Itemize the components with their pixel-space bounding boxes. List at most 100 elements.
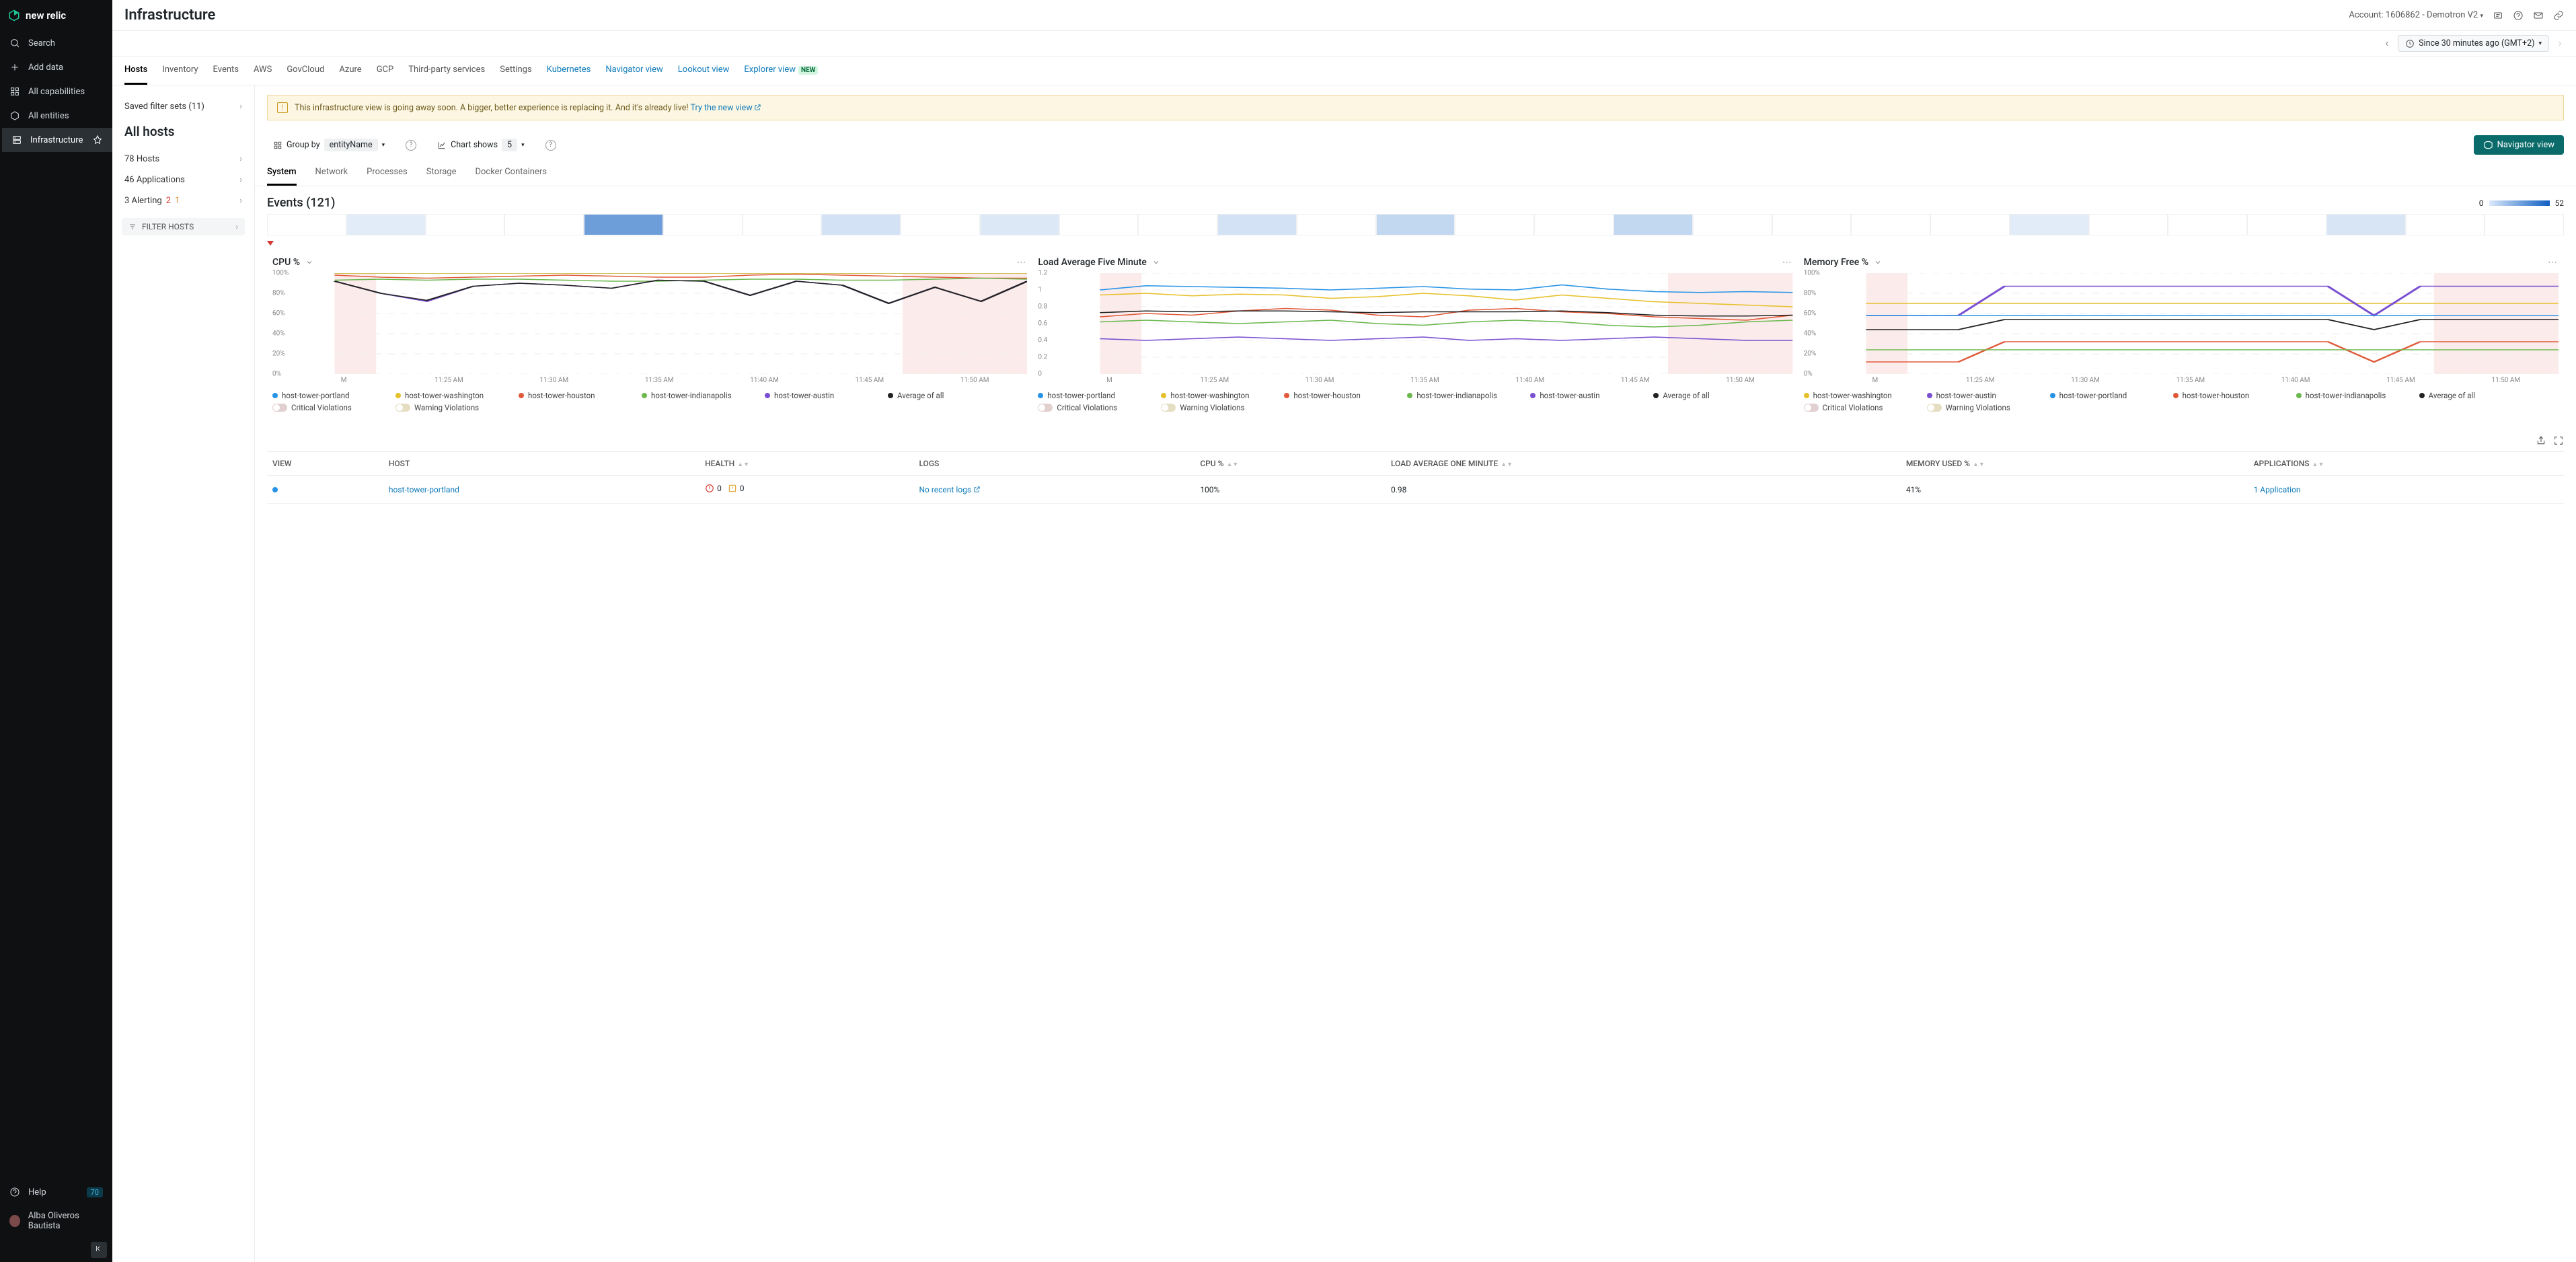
tab-lookout-view[interactable]: Lookout view	[678, 57, 730, 85]
heatmap-cell[interactable]	[1534, 214, 1614, 235]
apps-link[interactable]: 1 Application	[2254, 485, 2301, 494]
chevron-left-icon[interactable]	[2383, 40, 2391, 48]
pin-icon[interactable]	[92, 135, 103, 145]
col-logs[interactable]: LOGS	[913, 452, 1195, 476]
col-applications[interactable]: APPLICATIONS▲▼	[2248, 452, 2564, 476]
heatmap-cell[interactable]	[901, 214, 980, 235]
tab-hosts[interactable]: Hosts	[124, 57, 147, 85]
tab-aws[interactable]: AWS	[254, 57, 272, 85]
navigator-view-button[interactable]: Navigator view	[2474, 135, 2564, 155]
legend-item[interactable]: host-tower-houston	[1284, 391, 1395, 400]
link-icon[interactable]	[2553, 10, 2564, 21]
heatmap-cell[interactable]	[2326, 214, 2406, 235]
help-link[interactable]: Help 70	[0, 1180, 112, 1204]
legend-item[interactable]: Average of all	[2419, 391, 2530, 400]
chart-menu[interactable]: ⋯	[1782, 257, 1793, 268]
collapse-sidebar-button[interactable]	[91, 1242, 107, 1258]
user-menu[interactable]: Alba Oliveros Bautista	[0, 1204, 112, 1238]
subtab-system[interactable]: System	[267, 160, 297, 186]
legend-item[interactable]: host-tower-portland	[272, 391, 383, 400]
heatmap-cell[interactable]	[504, 214, 584, 235]
subtab-storage[interactable]: Storage	[426, 160, 457, 186]
heatmap-cell[interactable]	[1693, 214, 1772, 235]
subtab-network[interactable]: Network	[315, 160, 348, 186]
tab-azure[interactable]: Azure	[339, 57, 361, 85]
group-by-selector[interactable]: Group by entityName ▾	[267, 135, 391, 155]
heatmap-cell[interactable]	[821, 214, 901, 235]
heatmap-cell[interactable]	[1297, 214, 1376, 235]
heatmap-cell[interactable]	[1376, 214, 1455, 235]
heatmap-cell[interactable]	[2247, 214, 2326, 235]
sidebar-item-all-capabilities[interactable]: All capabilities	[0, 79, 112, 104]
tab-govcloud[interactable]: GovCloud	[287, 57, 324, 85]
filter-row[interactable]: 78 Hosts›	[112, 149, 254, 170]
filter-row[interactable]: 3 Alerting21›	[112, 190, 254, 211]
chart-menu[interactable]: ⋯	[2548, 257, 2559, 268]
chevron-down-icon[interactable]	[1874, 258, 1882, 266]
heatmap-cell[interactable]	[2010, 214, 2089, 235]
expand-icon[interactable]	[2553, 435, 2564, 446]
heatmap-cell[interactable]	[267, 214, 346, 235]
legend-item[interactable]: host-tower-portland	[2050, 391, 2161, 400]
heatmap-cell[interactable]	[663, 214, 743, 235]
chevron-down-icon[interactable]	[1152, 258, 1160, 266]
heatmap-cell[interactable]	[1930, 214, 2010, 235]
legend-item[interactable]: host-tower-indianapolis	[1407, 391, 1518, 400]
legend-item[interactable]: Average of all	[888, 391, 999, 400]
try-new-view-link[interactable]: Try the new view	[691, 103, 761, 113]
toggle-critical[interactable]: Critical Violations	[1804, 403, 1915, 412]
host-link[interactable]: host-tower-portland	[389, 485, 459, 494]
chart-shows-selector[interactable]: Chart shows 5 ▾	[431, 135, 530, 155]
toggle-warning[interactable]: Warning Violations	[1161, 403, 1272, 412]
tab-explorer-view[interactable]: Explorer viewNEW	[744, 57, 818, 85]
heatmap-cell[interactable]	[743, 214, 822, 235]
mail-icon[interactable]	[2533, 10, 2544, 21]
legend-item[interactable]: host-tower-austin	[1530, 391, 1641, 400]
toggle-warning[interactable]: Warning Violations	[1927, 403, 2038, 412]
col-load-average-one-minute[interactable]: LOAD AVERAGE ONE MINUTE▲▼	[1386, 452, 1901, 476]
heatmap-cell[interactable]	[1455, 214, 1534, 235]
col-memory-used-[interactable]: MEMORY USED %▲▼	[1901, 452, 2248, 476]
heatmap-cell[interactable]	[2485, 214, 2564, 235]
heatmap-cell[interactable]	[346, 214, 426, 235]
saved-filter-sets[interactable]: Saved filter sets (11)›	[112, 96, 254, 117]
subtab-processes[interactable]: Processes	[367, 160, 408, 186]
heatmap-cell[interactable]	[1851, 214, 1930, 235]
logs-link[interactable]: No recent logs	[919, 485, 981, 494]
chevron-down-icon[interactable]	[305, 258, 313, 266]
export-icon[interactable]	[2536, 435, 2546, 446]
heatmap-cell[interactable]	[2168, 214, 2247, 235]
legend-item[interactable]: host-tower-washington	[1804, 391, 1915, 400]
toggle-critical[interactable]: Critical Violations	[1038, 403, 1149, 412]
help-icon[interactable]: ?	[545, 140, 556, 151]
legend-item[interactable]: host-tower-austin	[765, 391, 876, 400]
toggle-warning[interactable]: Warning Violations	[395, 403, 506, 412]
sidebar-item-infrastructure[interactable]: Infrastructure	[0, 128, 112, 152]
tab-third-party-services[interactable]: Third-party services	[408, 57, 485, 85]
tab-kubernetes[interactable]: Kubernetes	[547, 57, 591, 85]
filter-hosts-button[interactable]: FILTER HOSTS›	[122, 218, 245, 235]
heatmap-cell[interactable]	[1614, 214, 1693, 235]
tab-events[interactable]: Events	[213, 57, 239, 85]
time-range-selector[interactable]: Since 30 minutes ago (GMT+2) ▾	[2398, 35, 2549, 52]
heatmap-cell[interactable]	[1138, 214, 1217, 235]
sidebar-item-all-entities[interactable]: All entities	[0, 104, 112, 128]
heatmap-cell[interactable]	[980, 214, 1059, 235]
col-cpu-[interactable]: CPU %▲▼	[1195, 452, 1386, 476]
heatmap-cell[interactable]	[1217, 214, 1297, 235]
toggle-critical[interactable]: Critical Violations	[272, 403, 383, 412]
legend-item[interactable]: host-tower-austin	[1927, 391, 2038, 400]
col-host[interactable]: HOST	[383, 452, 699, 476]
legend-item[interactable]: host-tower-portland	[1038, 391, 1149, 400]
sidebar-item-add-data[interactable]: Add data	[0, 55, 112, 79]
heatmap-cell[interactable]	[584, 214, 663, 235]
sidebar-item-search[interactable]: Search	[0, 31, 112, 55]
legend-item[interactable]: host-tower-indianapolis	[2296, 391, 2407, 400]
col-health[interactable]: HEALTH▲▼	[699, 452, 913, 476]
help-circle-icon[interactable]	[2513, 10, 2524, 21]
tab-settings[interactable]: Settings	[500, 57, 531, 85]
legend-item[interactable]: host-tower-indianapolis	[642, 391, 753, 400]
legend-item[interactable]: host-tower-washington	[395, 391, 506, 400]
heatmap-cell[interactable]	[1059, 214, 1139, 235]
heatmap-cell[interactable]	[2406, 214, 2485, 235]
